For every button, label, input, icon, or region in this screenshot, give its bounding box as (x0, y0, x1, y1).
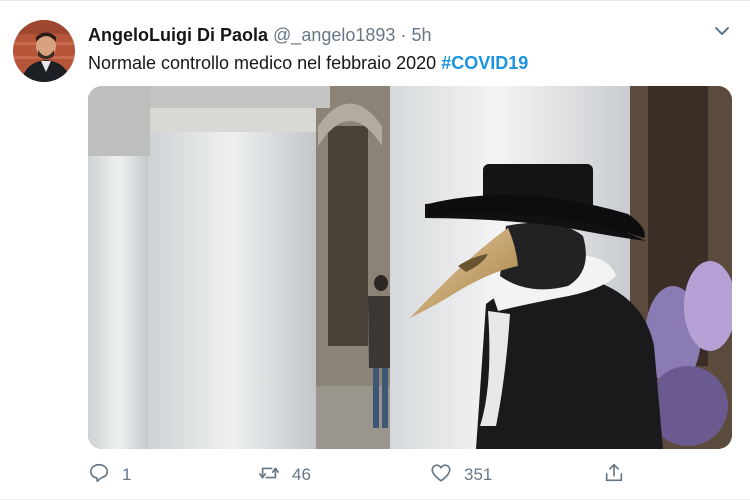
heart-icon (430, 462, 452, 489)
tweet-body: Normale controllo medico nel febbraio 20… (88, 53, 437, 73)
retweet-button[interactable]: 46 (258, 459, 311, 491)
chevron-down-icon[interactable] (712, 21, 732, 41)
author-handle[interactable]: @_angelo1893 (273, 25, 395, 45)
reply-count: 1 (122, 465, 132, 484)
share-icon (603, 462, 625, 489)
avatar[interactable] (13, 20, 75, 82)
separator-dot: · (400, 25, 407, 45)
like-button[interactable]: 351 (430, 459, 492, 491)
tweet-card[interactable]: AngeloLuigi Di Paola @_angelo1893 · 5h N… (0, 0, 750, 500)
timestamp[interactable]: 5h (411, 25, 431, 45)
reply-icon (88, 462, 110, 489)
tweet-photo[interactable] (88, 86, 732, 449)
reply-button[interactable]: 1 (88, 459, 131, 491)
tweet-actions: 1 46 351 (88, 459, 732, 491)
tweet-text: Normale controllo medico nel febbraio 20… (88, 51, 528, 75)
author-name[interactable]: AngeloLuigi Di Paola (88, 25, 268, 45)
retweet-count: 46 (292, 465, 311, 484)
retweet-icon (258, 462, 280, 489)
like-count: 351 (464, 465, 493, 484)
hashtag-link[interactable]: #COVID19 (441, 53, 528, 73)
tweet-header: AngeloLuigi Di Paola @_angelo1893 · 5h (88, 23, 431, 47)
share-button[interactable] (603, 459, 625, 491)
